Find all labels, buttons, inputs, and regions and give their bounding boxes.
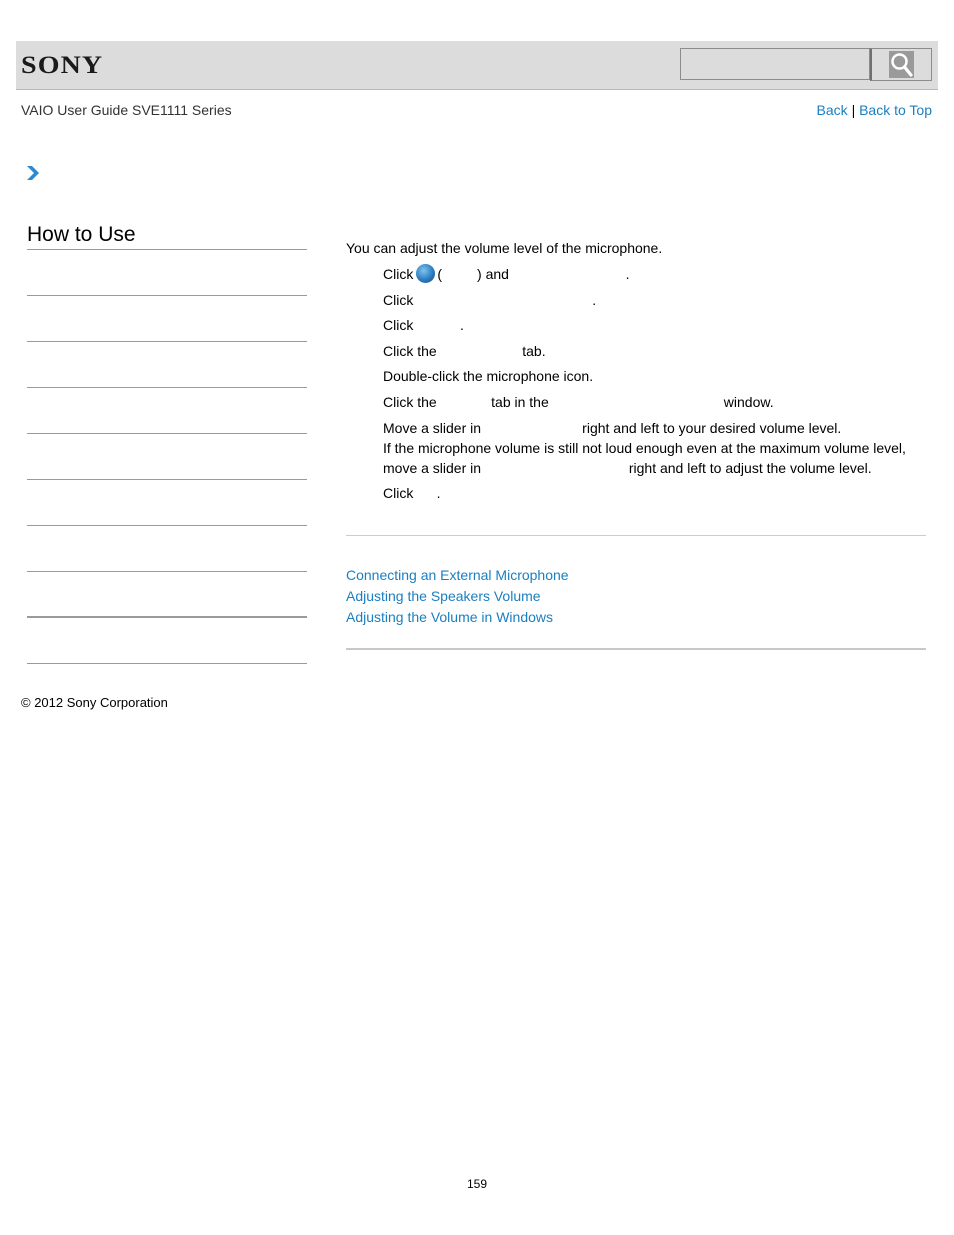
sidebar-item[interactable] [27, 250, 307, 296]
step-text: Click . [383, 485, 441, 502]
step-text: Click . [383, 291, 597, 308]
step-text: Click the tab. [383, 342, 546, 359]
sidebar-item[interactable] [27, 434, 307, 480]
sidebar-item[interactable] [27, 618, 307, 664]
steps-list: Click ( ) and . Click . Click . Click the… [346, 264, 926, 503]
copyright: © 2012 Sony Corporation [21, 695, 168, 710]
step-4: Click the tab. [383, 341, 926, 361]
sony-logo: SONY [21, 52, 104, 79]
sidebar-item[interactable] [27, 572, 307, 618]
related-link-speakers-volume[interactable]: Adjusting the Speakers Volume [346, 586, 569, 607]
page-number: 159 [466, 1177, 488, 1191]
step-3: Click . [383, 315, 926, 335]
step-2: Click . [383, 290, 926, 310]
step-8: Click . [383, 483, 926, 503]
header-bar: SONY [16, 41, 938, 90]
sidebar-item[interactable] [27, 526, 307, 572]
related-link-volume-windows[interactable]: Adjusting the Volume in Windows [346, 607, 569, 628]
sidebar-item[interactable] [27, 388, 307, 434]
step-7: Move a slider in right and left to your … [383, 418, 926, 478]
top-links: Back | Back to Top [817, 102, 932, 118]
related-links: Connecting an External Microphone Adjust… [346, 565, 569, 628]
windows-start-icon [416, 264, 436, 283]
related-link-external-microphone[interactable]: Connecting an External Microphone [346, 565, 569, 586]
link-separator: | [851, 102, 856, 118]
search-input[interactable] [680, 48, 870, 80]
sidebar-item[interactable] [27, 296, 307, 342]
step-6: Click the tab in the window. [383, 392, 926, 412]
step-5: Double-click the microphone icon. [383, 366, 926, 386]
chevron-right-icon [26, 165, 40, 181]
sidebar-title: How to Use [27, 221, 307, 250]
step-text: Double-click the microphone icon. [383, 368, 594, 385]
intro-text: You can adjust the volume level of the m… [346, 240, 663, 256]
step-note: If the microphone volume is still not lo… [383, 439, 906, 456]
step-text: Click . [383, 317, 464, 334]
back-to-top-link[interactable]: Back to Top [859, 102, 932, 118]
sidebar-item[interactable] [27, 480, 307, 526]
sidebar-item[interactable] [27, 342, 307, 388]
divider [346, 648, 926, 650]
step-text: Click [383, 266, 414, 282]
step-1: Click ( ) and . [383, 264, 926, 284]
search-icon [889, 51, 914, 78]
guide-title: VAIO User Guide SVE1111 Series [21, 102, 232, 118]
step-note: move a slider in right and left to adjus… [383, 459, 872, 476]
step-text: ( ) and . [437, 266, 630, 282]
divider [346, 535, 926, 536]
search-button[interactable] [870, 48, 932, 81]
sidebar: How to Use [27, 221, 307, 664]
step-text: Move a slider in right and left to your … [383, 419, 842, 436]
main-content: You can adjust the volume level of the m… [346, 238, 926, 509]
step-text: Click the tab in the window. [383, 393, 774, 410]
back-link[interactable]: Back [817, 102, 848, 118]
